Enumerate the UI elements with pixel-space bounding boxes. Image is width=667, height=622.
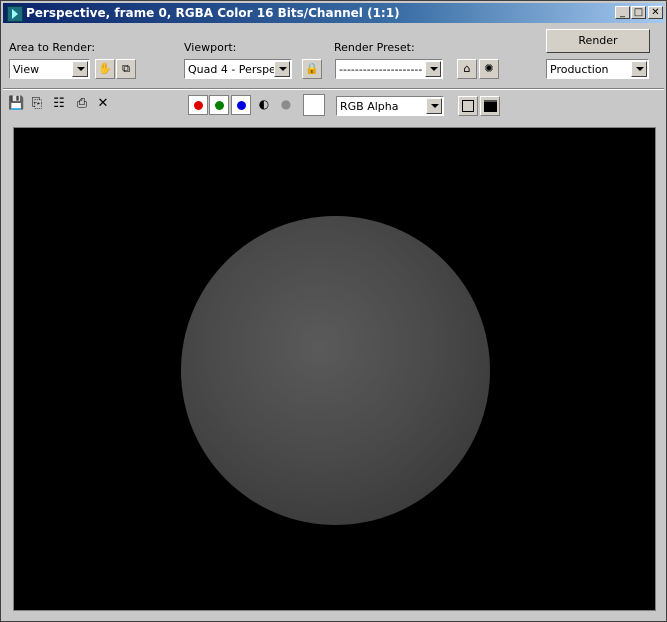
- chevron-down-icon[interactable]: [425, 61, 441, 77]
- red-dot-icon: [194, 101, 203, 110]
- monochrome-icon[interactable]: ◐: [256, 96, 272, 112]
- chevron-down-icon[interactable]: [426, 98, 442, 114]
- window-title: Perspective, frame 0, RGBA Color 16 Bits…: [26, 6, 400, 20]
- chevron-down-icon[interactable]: [72, 61, 88, 77]
- toggle-ui-overlay-button[interactable]: [458, 96, 478, 116]
- chevron-down-icon[interactable]: [274, 61, 290, 77]
- rendered-image-viewport[interactable]: [13, 127, 656, 611]
- channel-display-value: RGB Alpha: [340, 100, 399, 113]
- hand-icon: ✋: [98, 62, 112, 75]
- area-to-render-value: View: [13, 63, 40, 76]
- region-icon: ⧉: [122, 62, 130, 75]
- print-icon[interactable]: ⎙: [74, 96, 90, 112]
- auto-region-button[interactable]: ⧉: [116, 59, 136, 79]
- environment-icon: ⌂: [463, 62, 471, 75]
- red-channel-toggle[interactable]: [188, 95, 208, 115]
- copy-icon[interactable]: ⎘: [29, 96, 45, 112]
- close-button[interactable]: ✕: [648, 6, 663, 19]
- teapot-icon: ✺: [484, 62, 494, 75]
- app-icon: [7, 6, 23, 22]
- green-dot-icon: [215, 101, 224, 110]
- lock-icon: 🔒: [305, 62, 319, 75]
- rendered-sphere: [181, 216, 490, 525]
- toolbar-separator: [3, 88, 664, 90]
- viewport-label: Viewport:: [184, 41, 237, 54]
- render-preset-label: Render Preset:: [334, 41, 415, 54]
- green-channel-toggle[interactable]: [209, 95, 229, 115]
- area-to-render-label: Area to Render:: [9, 41, 96, 54]
- render-preset-dropdown[interactable]: ---------------------: [335, 59, 443, 79]
- area-to-render-dropdown[interactable]: View: [9, 59, 90, 79]
- production-dropdown[interactable]: Production: [546, 59, 649, 79]
- edit-region-button[interactable]: ✋: [95, 59, 115, 79]
- blue-channel-toggle[interactable]: [231, 95, 251, 115]
- blue-dot-icon: [237, 101, 246, 110]
- production-value: Production: [550, 63, 609, 76]
- lock-viewport-button[interactable]: 🔒: [302, 59, 322, 79]
- environment-button[interactable]: ⌂: [457, 59, 477, 79]
- chevron-down-icon[interactable]: [631, 61, 647, 77]
- title-bar[interactable]: Perspective, frame 0, RGBA Color 16 Bits…: [3, 3, 664, 23]
- clone-icon[interactable]: ☷: [51, 96, 67, 112]
- display-icon: [483, 100, 497, 112]
- render-frame-window: Perspective, frame 0, RGBA Color 16 Bits…: [0, 0, 667, 622]
- viewport-value: Quad 4 - Perspect: [188, 63, 274, 76]
- render-setup-button[interactable]: ✺: [479, 59, 499, 79]
- color-swatch[interactable]: [303, 94, 325, 116]
- toggle-ui-button[interactable]: [480, 96, 500, 116]
- viewport-dropdown[interactable]: Quad 4 - Perspect: [184, 59, 292, 79]
- save-icon[interactable]: 💾: [8, 96, 24, 112]
- overlay-icon: [462, 100, 474, 112]
- clear-icon[interactable]: ✕: [95, 96, 111, 112]
- alpha-channel-icon[interactable]: ●: [278, 96, 294, 112]
- render-button[interactable]: Render: [546, 29, 650, 53]
- maximize-button[interactable]: □: [631, 6, 646, 19]
- minimize-button[interactable]: _: [615, 6, 630, 19]
- render-preset-value: ---------------------: [339, 63, 423, 76]
- channel-display-dropdown[interactable]: RGB Alpha: [336, 96, 444, 116]
